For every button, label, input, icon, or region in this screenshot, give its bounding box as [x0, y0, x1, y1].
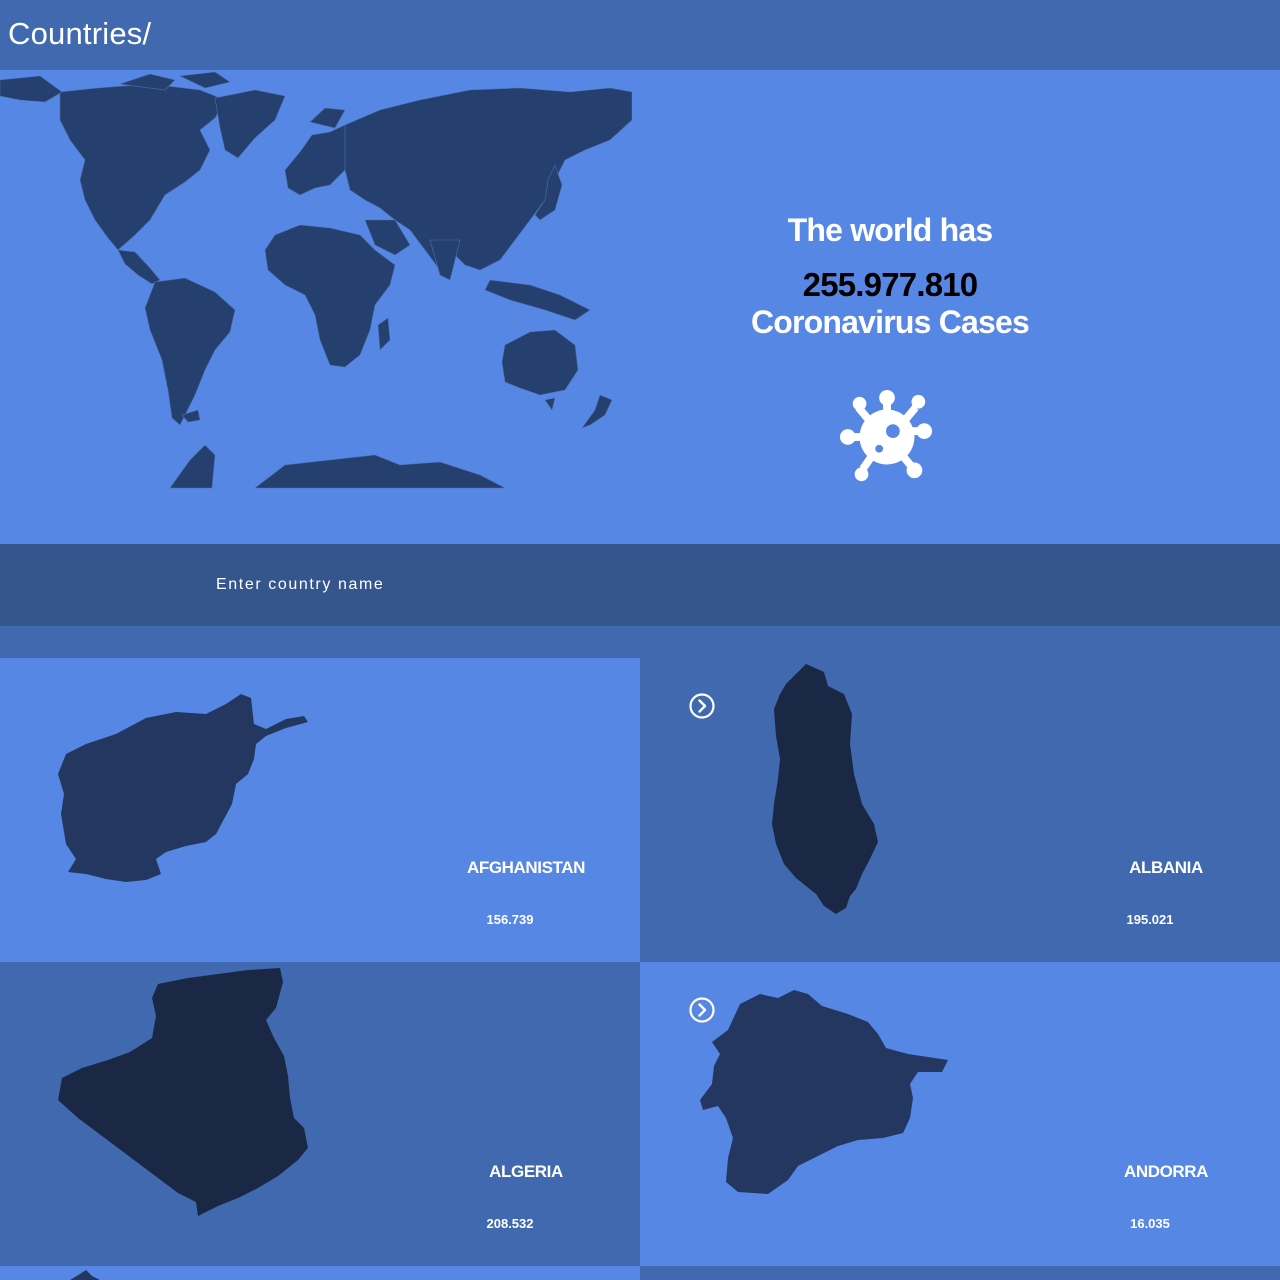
country-cases: 16.035: [1130, 1216, 1170, 1231]
country-grid: AFGHANISTAN 156.739 ALBANIA 195.021 ALGE…: [0, 658, 1280, 1280]
world-map: [0, 71, 632, 489]
country-card-albania[interactable]: ALBANIA 195.021: [640, 658, 1280, 962]
virus-icon: [839, 389, 933, 482]
top-bar: Countries/: [0, 0, 1280, 70]
country-card-algeria[interactable]: ALGERIA 208.532: [0, 962, 640, 1266]
country-card-partial[interactable]: [640, 1266, 1280, 1280]
country-cases: 195.021: [1126, 912, 1174, 927]
afghanistan-map-shape: [58, 694, 308, 882]
world-total-cases: 255.977.810: [802, 266, 979, 303]
country-card-andorra[interactable]: ANDORRA 16.035: [640, 962, 1280, 1266]
country-name: ALBANIA: [1129, 858, 1203, 877]
search-bar: [0, 544, 1280, 626]
country-cases: 208.532: [486, 1216, 534, 1231]
country-map-shape: [70, 1270, 100, 1280]
country-name: ANDORRA: [1123, 1162, 1209, 1181]
hero-line-1: The world has: [787, 212, 994, 248]
hero-banner: The world has 255.977.810 Coronavirus Ca…: [0, 70, 1280, 544]
country-name: AFGHANISTAN: [466, 858, 586, 877]
albania-map-shape: [772, 664, 878, 914]
algeria-map-shape: [58, 968, 308, 1216]
country-cases: 156.739: [486, 912, 534, 927]
page-title: Countries/: [8, 16, 152, 51]
country-card-afghanistan[interactable]: AFGHANISTAN 156.739: [0, 658, 640, 962]
hero-line-2: Coronavirus Cases: [750, 304, 1030, 340]
andorra-map-shape: [700, 990, 948, 1194]
country-search-input[interactable]: [206, 569, 726, 601]
country-card-partial[interactable]: [0, 1266, 640, 1280]
chevron-right-circle-icon[interactable]: [688, 692, 716, 720]
country-name: ALGERIA: [489, 1162, 563, 1181]
